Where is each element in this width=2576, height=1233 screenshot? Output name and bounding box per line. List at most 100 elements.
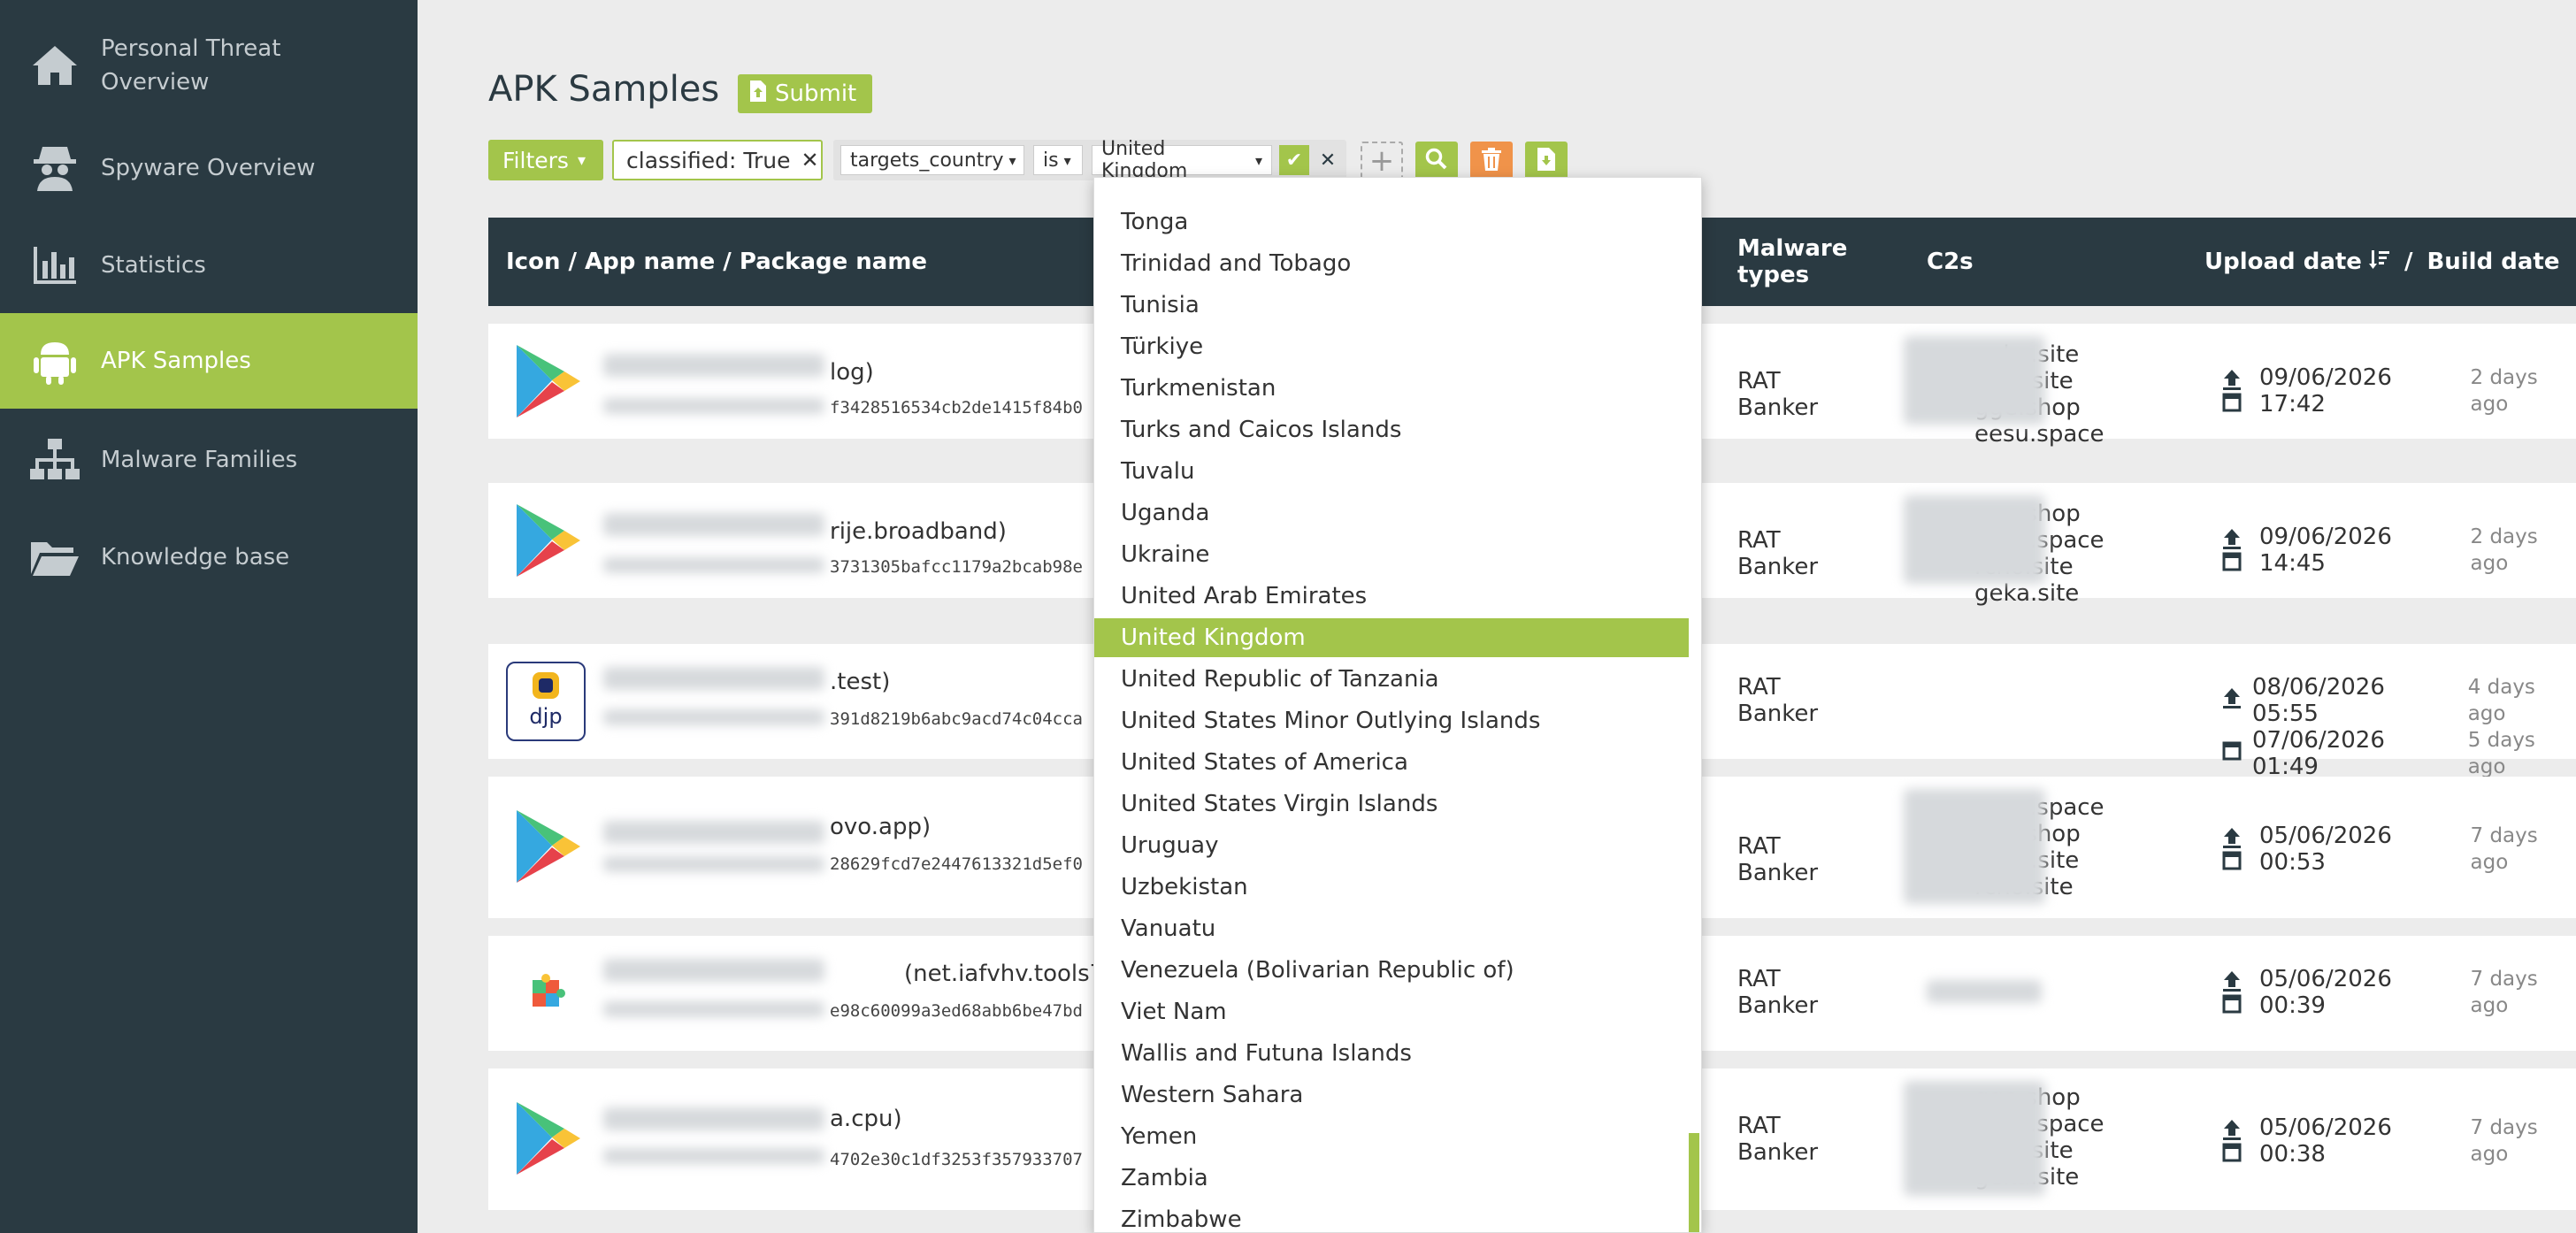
submit-button[interactable]: Submit — [738, 74, 873, 113]
dropdown-option[interactable]: United States Minor Outlying Islands — [1094, 701, 1689, 740]
dropdown-option[interactable]: Tuvalu — [1094, 452, 1689, 491]
upload-date: 09/06/2026 14:45 — [2259, 524, 2392, 577]
page-title: APK Samples — [488, 69, 720, 110]
dropdown-option[interactable]: Turks and Caicos Islands — [1094, 410, 1689, 449]
sidebar-item-knowledge-base[interactable]: Knowledge base — [0, 509, 418, 605]
dropdown-option[interactable]: Ukraine — [1094, 535, 1689, 574]
upload-date: 09/06/2026 17:42 — [2259, 364, 2392, 417]
upload-calendar-icon — [2220, 1118, 2243, 1164]
close-icon: ✕ — [1319, 149, 1337, 172]
package-name: rije.broadband) — [830, 518, 1007, 545]
dropdown-option[interactable]: Tunisia — [1094, 286, 1689, 325]
header-separator: / — [2404, 249, 2413, 275]
dropdown-option[interactable]: Turkmenistan — [1094, 369, 1689, 408]
upload-calendar-icon — [2220, 969, 2243, 1015]
malware-type: Banker — [1737, 701, 1819, 727]
sidebar-item-label: Knowledge base — [101, 544, 290, 571]
upload-relative: 7 days ago — [2470, 968, 2538, 1017]
value-text: United Kingdom — [1101, 138, 1188, 182]
sample-hash: 28629fcd7e2447613321d5ef0 — [830, 854, 1083, 874]
check-icon: ✔ — [1285, 149, 1303, 172]
filters-button[interactable]: Filters ▾ — [488, 140, 603, 180]
upload-date-line: 08/06/2026 05:55 4 days ago — [2220, 674, 2576, 727]
file-upload-icon — [750, 80, 766, 108]
sample-hash: 391d8219b6abc9acd74c04cca — [830, 709, 1083, 729]
upload-date: 05/06/2026 00:53 — [2259, 823, 2392, 876]
sidebar-item-label: Statistics — [101, 252, 206, 279]
malware-type: Banker — [1737, 1139, 1819, 1166]
remove-condition-button[interactable]: ✕ — [1313, 145, 1343, 175]
dropdown-option[interactable]: Zambia — [1094, 1159, 1689, 1198]
dropdown-option[interactable]: Trinidad and Tobago — [1094, 244, 1689, 283]
operator-select[interactable]: is ▾ — [1033, 145, 1083, 175]
sample-hash: e98c60099a3ed68abb6be47bd — [830, 1001, 1083, 1021]
field-value: targets_country — [850, 149, 1004, 172]
dropdown-option[interactable]: Viet Nam — [1094, 992, 1689, 1031]
sidebar-item-label: Spyware Overview — [101, 155, 316, 181]
header-build-date[interactable]: Build date — [2426, 249, 2559, 275]
google-play-icon — [506, 501, 586, 580]
dropdown-option[interactable]: Türkiye — [1094, 327, 1689, 366]
malware-types: RAT Banker — [1737, 368, 1818, 421]
dropdown-option-selected[interactable]: United Kingdom — [1094, 618, 1689, 657]
dropdown-option[interactable]: United Arab Emirates — [1094, 577, 1689, 616]
malware-types: RAT Banker — [1737, 833, 1818, 886]
package-name: .test) — [830, 669, 891, 695]
dropdown-option[interactable]: Uzbekistan — [1094, 868, 1689, 907]
dropdown-scrollbar[interactable] — [1689, 1133, 1699, 1232]
dropdown-option[interactable]: Wallis and Futuna Islands — [1094, 1034, 1689, 1073]
dropdown-option[interactable]: Tonga — [1094, 203, 1689, 241]
dates-cell: 05/06/2026 00:53 7 days ago — [2220, 823, 2576, 876]
google-play-icon — [506, 1099, 586, 1178]
sample-hash: 3731305bafcc1179a2bcab98e — [830, 557, 1083, 577]
malware-type: Banker — [1737, 992, 1819, 1019]
header-upload-date[interactable]: Upload date — [2204, 249, 2362, 275]
sidebar-item-malware-families[interactable]: Malware Families — [0, 412, 418, 508]
sidebar-item-personal-threat-overview[interactable]: Personal Threat Overview — [0, 18, 418, 113]
upload-date-line: 09/06/2026 14:45 2 days ago — [2220, 524, 2576, 577]
value-select[interactable]: United Kingdom ▾ — [1092, 138, 1272, 182]
sidebar-item-spyware-overview[interactable]: Spyware Overview — [0, 120, 418, 216]
upload-relative: 4 days ago — [2467, 676, 2535, 725]
export-button[interactable] — [1525, 142, 1568, 180]
search-button[interactable] — [1415, 142, 1458, 180]
dropdown-option[interactable]: Western Sahara — [1094, 1076, 1689, 1114]
dropdown-option[interactable]: Zimbabwe — [1094, 1200, 1689, 1232]
dropdown-option[interactable]: Venezuela (Bolivarian Republic of) — [1094, 951, 1689, 990]
active-filter-chip: classified: True ✕ — [612, 140, 823, 180]
package-name: ovo.app) — [830, 814, 932, 840]
dropdown-option[interactable]: Vanuatu — [1094, 909, 1689, 948]
malware-type: Banker — [1737, 394, 1819, 421]
upload-calendar-icon — [2220, 826, 2243, 872]
header-malware-types: Malware types — [1737, 218, 1847, 306]
field-select[interactable]: targets_country ▾ — [840, 145, 1024, 175]
malware-types: RAT Banker — [1737, 674, 1818, 727]
country-dropdown[interactable]: Tonga Trinidad and Tobago Tunisia Türkiy… — [1093, 177, 1702, 1233]
caret-down-icon: ▾ — [1063, 151, 1071, 169]
apply-filter-button[interactable]: ✔ — [1279, 145, 1309, 175]
dropdown-option[interactable]: United Republic of Tanzania — [1094, 660, 1689, 699]
build-relative: 5 days ago — [2467, 729, 2535, 778]
header-dates: Upload date / Build date — [2204, 218, 2559, 306]
sidebar-item-statistics[interactable]: Statistics — [0, 218, 418, 313]
upload-relative: 7 days ago — [2470, 1116, 2538, 1166]
dropdown-option[interactable]: United States of America — [1094, 743, 1689, 782]
sort-desc-icon[interactable] — [2368, 249, 2390, 276]
malware-types: RAT Banker — [1737, 1113, 1818, 1166]
dropdown-option[interactable]: Uganda — [1094, 494, 1689, 532]
delete-button[interactable] — [1470, 142, 1513, 180]
close-icon[interactable]: ✕ — [801, 148, 818, 172]
add-filter-button[interactable]: + — [1361, 142, 1403, 180]
malware-type: RAT — [1737, 674, 1781, 701]
dropdown-option[interactable]: Uruguay — [1094, 826, 1689, 865]
dates-cell: 05/06/2026 00:39 7 days ago — [2220, 966, 2576, 1019]
djp-app-icon: djp — [506, 662, 586, 741]
dropdown-option[interactable]: United States Virgin Islands — [1094, 785, 1689, 823]
filter-condition-builder: targets_country ▾ is ▾ United Kingdom ▾ … — [833, 138, 1346, 182]
dates-cell: 05/06/2026 00:38 7 days ago — [2220, 1114, 2576, 1168]
sidebar-item-apk-samples[interactable]: APK Samples — [0, 313, 418, 409]
header-app: Icon / App name / Package name — [506, 249, 928, 275]
upload-relative: 2 days ago — [2470, 525, 2538, 575]
caret-down-icon: ▾ — [1008, 151, 1016, 169]
dropdown-option[interactable]: Yemen — [1094, 1117, 1689, 1156]
